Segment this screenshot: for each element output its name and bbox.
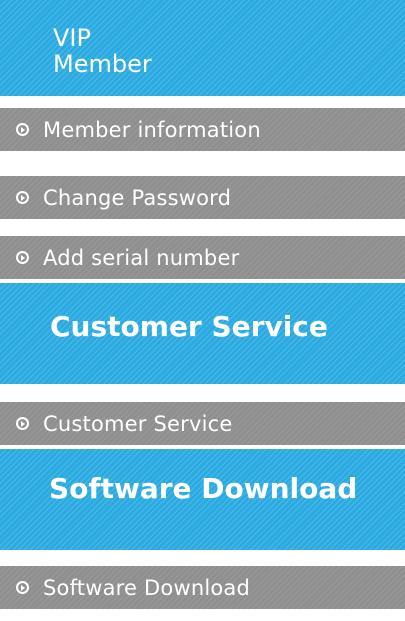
menu-item-label: Add serial number — [43, 245, 240, 270]
section-header-vip-member: VIP Member — [0, 0, 405, 96]
menu-item-add-serial-number[interactable]: Add serial number — [0, 236, 405, 279]
vip-member-nav-panel: VIP Member Member information Change Pas… — [0, 0, 405, 621]
section-title: Customer Service — [50, 310, 328, 343]
circle-arrow-icon — [16, 251, 29, 264]
section-title-line-member: Member — [53, 50, 152, 78]
section-title-line-vip: VIP — [53, 24, 91, 52]
menu-item-change-password[interactable]: Change Password — [0, 176, 405, 219]
section-title: Software Download — [49, 472, 358, 505]
menu-item-customer-service[interactable]: Customer Service — [0, 402, 405, 445]
menu-item-label: Software Download — [43, 575, 251, 600]
menu-item-label: Member information — [43, 117, 261, 142]
menu-item-software-download[interactable]: Software Download — [0, 566, 405, 609]
menu-item-label: Customer Service — [43, 411, 233, 436]
section-header-software-download: Software Download — [0, 449, 405, 550]
section-header-customer-service: Customer Service — [0, 283, 405, 384]
menu-item-member-information[interactable]: Member information — [0, 108, 405, 151]
menu-item-label: Change Password — [43, 185, 232, 210]
circle-arrow-icon — [16, 191, 29, 204]
circle-arrow-icon — [16, 417, 29, 430]
circle-arrow-icon — [16, 581, 29, 594]
circle-arrow-icon — [16, 123, 29, 136]
